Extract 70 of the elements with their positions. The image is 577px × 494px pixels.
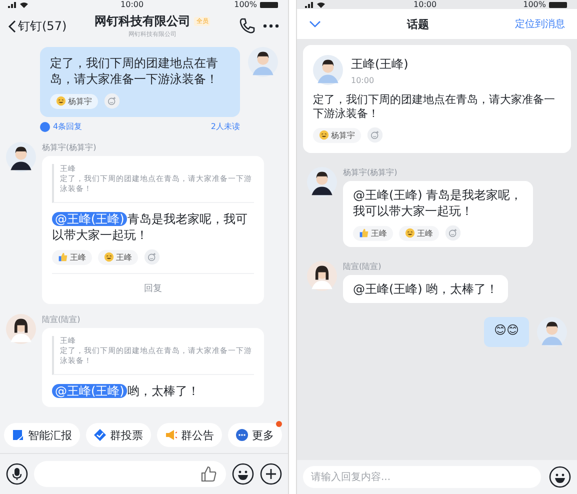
reaction-chip[interactable]: 王峰 [52,250,92,264]
message-text: @王峰(王峰) 哟，太棒了！ [353,281,498,297]
chat-title: 网钉科技有限公司 [94,13,190,30]
reaction-chip[interactable]: 杨算宇 [50,94,98,108]
sender-name: 杨算宇(杨算宇) [42,142,98,153]
battery-icon [549,2,569,8]
sender-name: 杨算宇(杨算宇) [343,167,398,178]
replies-link[interactable]: 4条回复 [40,121,82,132]
collapse-chevron-icon[interactable] [309,20,321,28]
shortcut-button[interactable]: 群投票 [86,423,151,447]
add-reaction-icon[interactable] [445,225,461,241]
avatar[interactable] [248,47,278,77]
report-icon [12,429,24,441]
battery-level: 100% [523,0,546,9]
message-input[interactable] [34,461,226,487]
avatar[interactable] [537,317,567,347]
megaphone-icon [165,429,177,441]
message-text: 定了，我们下周的团建地点在青岛，请大家准备一下游泳装备！ [50,55,219,87]
sender-name: 陆宣(陆宣) [343,261,382,272]
emoji-icon[interactable] [232,463,254,485]
avatar[interactable] [307,167,337,197]
avatar[interactable] [6,142,36,172]
thumbs-up-icon [359,228,369,238]
thumbs-up-icon [58,252,68,262]
plus-icon[interactable] [260,463,282,485]
reply-input[interactable]: 请输入回复内容... [303,466,541,488]
shortcut-button[interactable]: 智能汇报 [4,423,80,447]
thumbs-up-icon[interactable] [200,465,218,483]
back-button[interactable]: 钉钉(57) [8,18,67,34]
reaction-chip[interactable]: 杨算宇 [313,128,361,142]
add-reaction-icon[interactable] [367,127,383,143]
mention-link[interactable]: @王峰(王峰) [52,212,128,226]
message-text: @王峰(王峰) 哟，太棒了！ [52,383,254,399]
post-time: 10:00 [351,76,376,84]
unread-count[interactable]: 2人未读 [210,121,240,132]
avatar[interactable] [313,55,343,85]
replies-icon [40,122,50,132]
laughing-emoji-icon [56,96,66,106]
vote-icon [94,429,106,441]
message-text: @王峰(王峰) 青岛是我老家呢，我可以带大家一起玩！ [353,187,523,219]
battery-level: 100% [234,0,257,9]
laughing-emoji-icon [405,228,415,238]
shortcut-button[interactable]: 更多 [228,423,282,447]
topic-title: 话题 [407,16,429,32]
signal-icon [305,2,327,8]
reaction-chip[interactable]: 王峰 [98,250,138,264]
clock: 10:00 [120,0,144,9]
emoji-message: 😊😊 [484,317,529,347]
avatar[interactable] [307,261,337,291]
phone-icon[interactable] [238,17,256,35]
reaction-chip[interactable]: 王峰 [399,226,439,240]
more-icon [236,429,248,441]
add-reaction-icon[interactable] [144,249,160,265]
reaction-chip[interactable]: 王峰 [353,226,393,240]
post-text: 定了，我们下周的团建地点在青岛，请大家准备一下游泳装备！ [313,93,556,121]
microphone-icon[interactable] [6,463,28,485]
battery-icon [260,2,280,8]
back-chevron-icon [8,20,16,32]
avatar[interactable] [6,314,36,344]
emoji-icon[interactable] [549,466,571,488]
sender-name: 陆宣(陆宣) [42,314,82,325]
shortcut-button[interactable]: 群公告 [157,423,222,447]
laughing-emoji-icon [319,130,329,140]
message-text: @王峰(王峰) 青岛是我老家呢，我可以带大家一起玩！ [52,211,248,243]
laughing-emoji-icon [104,252,114,262]
locate-message-link[interactable]: 定位到消息 [515,17,565,31]
clock: 10:00 [414,0,437,9]
author-name: 王峰(王峰) [351,56,408,72]
mention-link[interactable]: @王峰(王峰) [52,384,128,398]
signal-icon [8,2,30,8]
